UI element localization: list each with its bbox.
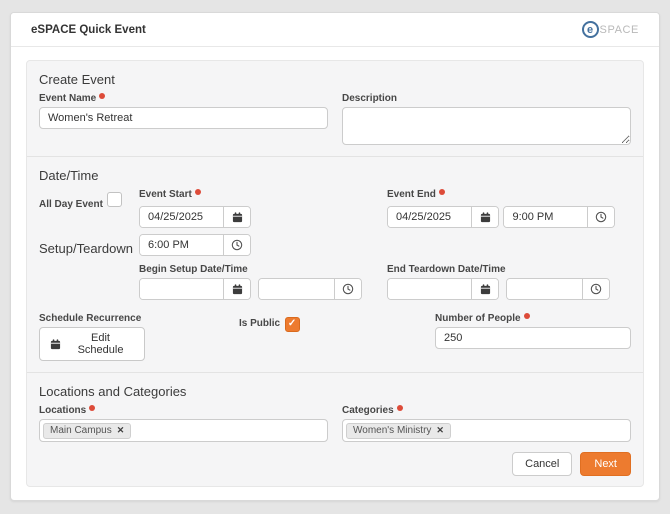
schedule-recurrence-field: Schedule Recurrence Edit Schedule — [39, 313, 239, 361]
location-tag: Main Campus ✕ — [43, 423, 131, 439]
edit-schedule-button[interactable]: Edit Schedule — [39, 327, 145, 361]
required-dot-icon — [397, 405, 403, 411]
description-field: Description — [342, 93, 631, 145]
event-name-label: Event Name — [39, 93, 96, 104]
espace-logo-icon: e — [582, 21, 599, 38]
datetime-row: All Day Event Setup/Teardown Event Start — [39, 189, 631, 256]
remove-tag-icon[interactable]: ✕ — [436, 425, 444, 436]
recurrence-public-people-row: Schedule Recurrence Edit Schedule Is Pub… — [39, 313, 631, 361]
clock-icon[interactable] — [582, 279, 609, 299]
calendar-icon[interactable] — [223, 279, 250, 299]
locations-field: Locations Main Campus ✕ — [39, 405, 328, 442]
calendar-icon[interactable] — [471, 279, 498, 299]
event-end-field: Event End — [387, 189, 631, 228]
event-end-time-group — [503, 206, 615, 228]
is-public-label: Is Public — [239, 318, 280, 329]
begin-setup-field: Begin Setup Date/Time — [139, 264, 362, 300]
end-teardown-date-group — [387, 278, 499, 300]
all-day-field: All Day Event Setup/Teardown — [39, 189, 139, 256]
locations-label: Locations — [39, 405, 86, 416]
end-teardown-time-input[interactable] — [507, 279, 582, 299]
locations-categories-row: Locations Main Campus ✕ Categories — [39, 405, 631, 442]
schedule-recurrence-label: Schedule Recurrence — [39, 313, 141, 324]
begin-setup-time-input[interactable] — [259, 279, 334, 299]
end-teardown-date-input[interactable] — [388, 279, 471, 299]
description-label: Description — [342, 93, 397, 104]
all-day-checkbox[interactable] — [107, 192, 122, 207]
number-of-people-input[interactable] — [435, 327, 631, 349]
spacer — [39, 264, 139, 300]
required-dot-icon — [89, 405, 95, 411]
categories-label: Categories — [342, 405, 394, 416]
begin-setup-date-group — [139, 278, 251, 300]
category-tag-label: Women's Ministry — [353, 425, 431, 436]
event-end-date-input[interactable] — [388, 207, 471, 227]
event-end-label: Event End — [387, 189, 436, 200]
categories-field: Categories Women's Ministry ✕ — [342, 405, 631, 442]
create-event-panel: Create Event Event Name Description Date… — [26, 60, 644, 487]
required-dot-icon — [524, 313, 530, 319]
begin-setup-label: Begin Setup Date/Time — [139, 264, 248, 275]
espace-logo-text: SPACE — [600, 24, 639, 36]
event-start-time-group — [139, 234, 251, 256]
required-dot-icon — [195, 189, 201, 195]
setup-row: Begin Setup Date/Time — [39, 264, 631, 300]
calendar-icon[interactable] — [471, 207, 498, 227]
categories-input[interactable]: Women's Ministry ✕ — [342, 419, 631, 442]
end-teardown-label: End Teardown Date/Time — [387, 264, 506, 275]
event-name-input[interactable] — [39, 107, 328, 129]
locations-input[interactable]: Main Campus ✕ — [39, 419, 328, 442]
page-title: eSPACE Quick Event — [31, 24, 146, 36]
event-start-field: Event Start — [139, 189, 335, 256]
event-end-time-input[interactable] — [504, 207, 587, 227]
section-datetime: Date/Time — [39, 168, 631, 183]
required-dot-icon — [439, 189, 445, 195]
section-divider — [27, 372, 643, 373]
is-public-checkbox[interactable]: ✓ — [285, 317, 300, 332]
number-of-people-label: Number of People — [435, 313, 521, 324]
section-locations-categories: Locations and Categories — [39, 384, 631, 399]
name-description-row: Event Name Description — [39, 93, 631, 145]
form-footer: Cancel Next — [39, 452, 631, 476]
number-of-people-field: Number of People — [435, 313, 631, 349]
end-teardown-field: End Teardown Date/Time — [387, 264, 631, 300]
clock-icon[interactable] — [587, 207, 614, 227]
clock-icon[interactable] — [223, 235, 250, 255]
check-icon: ✓ — [288, 319, 296, 329]
end-teardown-time-group — [506, 278, 610, 300]
event-end-date-group — [387, 206, 499, 228]
remove-tag-icon[interactable]: ✕ — [117, 425, 125, 436]
event-start-date-input[interactable] — [140, 207, 223, 227]
event-name-field: Event Name — [39, 93, 328, 145]
begin-setup-date-input[interactable] — [140, 279, 223, 299]
category-tag: Women's Ministry ✕ — [346, 423, 451, 439]
event-start-label: Event Start — [139, 189, 192, 200]
all-day-label: All Day Event — [39, 199, 103, 210]
location-tag-label: Main Campus — [50, 425, 112, 436]
section-create-event: Create Event — [39, 72, 631, 87]
edit-schedule-button-label: Edit Schedule — [67, 332, 134, 356]
next-button[interactable]: Next — [580, 452, 631, 476]
card-header: eSPACE Quick Event e SPACE — [11, 13, 659, 47]
event-start-date-group — [139, 206, 251, 228]
cancel-button[interactable]: Cancel — [512, 452, 572, 476]
description-textarea[interactable] — [342, 107, 631, 145]
required-dot-icon — [99, 93, 105, 99]
section-divider — [27, 156, 643, 157]
calendar-icon — [50, 339, 61, 350]
espace-logo: e SPACE — [582, 21, 639, 38]
calendar-icon[interactable] — [223, 207, 250, 227]
event-start-time-input[interactable] — [140, 235, 223, 255]
section-setup-teardown: Setup/Teardown — [39, 241, 139, 256]
quick-event-card: eSPACE Quick Event e SPACE Create Event … — [10, 12, 660, 501]
is-public-field: Is Public ✓ — [239, 313, 435, 332]
